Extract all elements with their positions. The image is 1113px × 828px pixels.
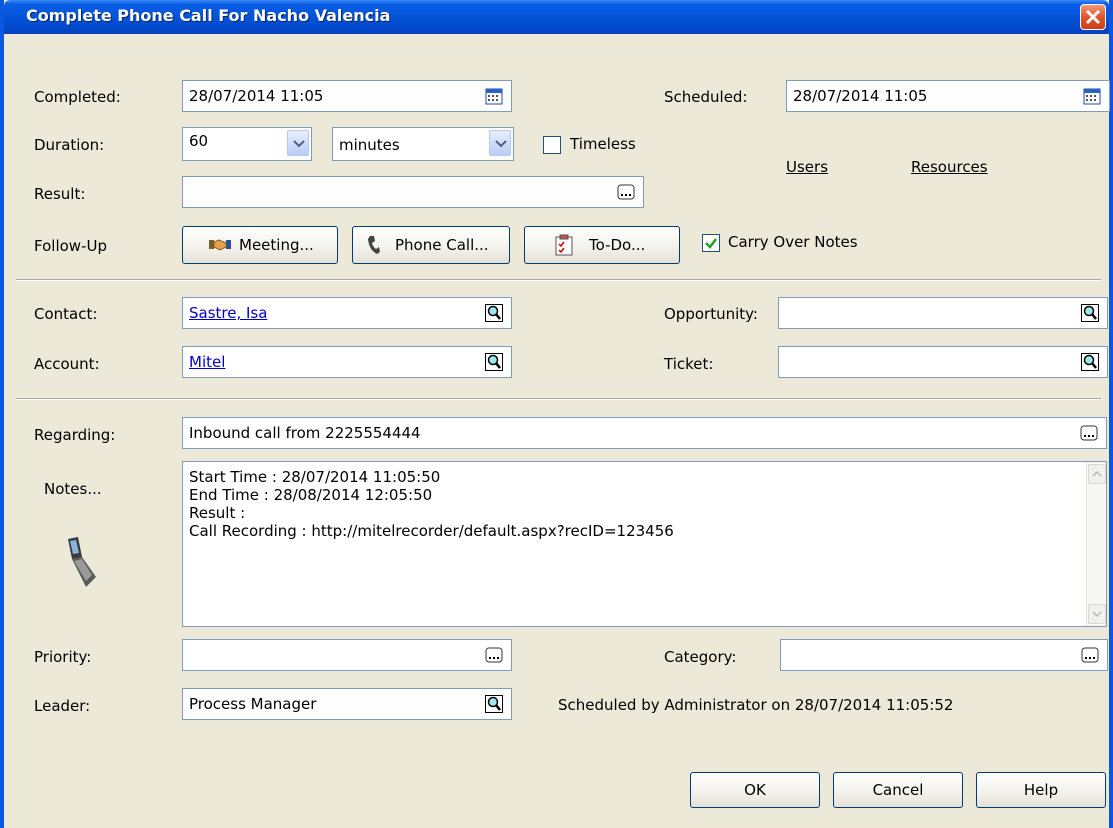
result-field[interactable]: [182, 176, 644, 208]
ellipsis-icon[interactable]: [1081, 646, 1099, 664]
scheduled-value: 28/07/2014 11:05: [793, 87, 928, 105]
todo-label: To-Do...: [589, 236, 646, 254]
chevron-up-icon: [1092, 470, 1102, 477]
carry-over-checkbox[interactable]: [702, 234, 720, 252]
completed-field[interactable]: 28/07/2014 11:05: [182, 80, 512, 112]
notes-textarea[interactable]: Start Time : 28/07/2014 11:05:50 End Tim…: [182, 461, 1107, 627]
lookup-icon[interactable]: [485, 695, 503, 713]
lookup-icon[interactable]: [485, 304, 503, 322]
help-button[interactable]: Help: [976, 772, 1106, 808]
priority-field[interactable]: [182, 639, 512, 671]
timeless-label: Timeless: [570, 135, 636, 153]
duration-value: 60: [189, 132, 209, 150]
leader-value: Process Manager: [189, 695, 317, 713]
contact-value-link[interactable]: Sastre, Isa: [189, 304, 267, 322]
phone-icon: [368, 236, 380, 254]
carry-over-label: Carry Over Notes: [728, 233, 858, 251]
resources-link[interactable]: Resources: [911, 158, 988, 176]
account-label: Account:: [34, 355, 100, 373]
ellipsis-icon[interactable]: [485, 646, 503, 664]
lookup-icon[interactable]: [1081, 353, 1099, 371]
calendar-icon[interactable]: [1083, 87, 1101, 105]
help-label: Help: [1023, 781, 1059, 799]
account-field[interactable]: Mitel: [182, 346, 512, 378]
dialog-window: Complete Phone Call For Nacho Valencia C…: [0, 0, 1113, 828]
users-link[interactable]: Users: [786, 158, 828, 176]
followup-phone-call-button[interactable]: Phone Call...: [352, 226, 510, 264]
opportunity-label: Opportunity:: [664, 305, 758, 323]
ellipsis-icon[interactable]: [617, 183, 635, 201]
duration-unit-value: minutes: [339, 136, 400, 154]
chevron-down-icon: [1092, 611, 1102, 618]
window-title: Complete Phone Call For Nacho Valencia: [26, 6, 391, 25]
contact-field[interactable]: Sastre, Isa: [182, 297, 512, 329]
handshake-icon: [209, 239, 231, 251]
scroll-down-button[interactable]: [1088, 604, 1106, 624]
completed-value: 28/07/2014 11:05: [189, 87, 324, 105]
result-label: Result:: [34, 185, 86, 203]
ok-button[interactable]: OK: [690, 772, 820, 808]
ticket-label: Ticket:: [664, 355, 714, 373]
ok-label: OK: [744, 781, 766, 799]
notes-line: End Time : 28/08/2014 12:05:50: [189, 486, 433, 504]
chevron-down-icon: [293, 140, 305, 148]
regarding-label: Regarding:: [34, 426, 116, 444]
title-bar[interactable]: Complete Phone Call For Nacho Valencia: [4, 0, 1109, 34]
notes-link[interactable]: Notes...: [44, 480, 102, 498]
followup-todo-button[interactable]: To-Do...: [524, 226, 680, 264]
close-icon: [1085, 9, 1101, 25]
ellipsis-icon[interactable]: [1080, 424, 1098, 442]
lookup-icon[interactable]: [485, 353, 503, 371]
separator: [16, 279, 1101, 281]
duration-select[interactable]: 60: [182, 127, 312, 161]
unit-dropdown-button[interactable]: [489, 130, 511, 156]
ticket-field[interactable]: [778, 346, 1108, 378]
leader-field[interactable]: Process Manager: [182, 688, 512, 720]
chevron-down-icon: [495, 140, 507, 148]
cancel-button[interactable]: Cancel: [833, 772, 963, 808]
account-value-link[interactable]: Mitel: [189, 353, 225, 371]
notes-line: Start Time : 28/07/2014 11:05:50: [189, 468, 441, 486]
phone-call-label: Phone Call...: [395, 236, 489, 254]
category-field[interactable]: [780, 639, 1108, 671]
lookup-icon[interactable]: [1081, 304, 1099, 322]
duration-dropdown-button[interactable]: [287, 130, 309, 156]
calendar-icon[interactable]: [485, 87, 503, 105]
notes-line: Call Recording : http://mitelrecorder/de…: [189, 522, 674, 540]
scheduled-field[interactable]: 28/07/2014 11:05: [786, 80, 1110, 112]
regarding-field[interactable]: Inbound call from 2225554444: [182, 417, 1107, 449]
scheduled-label: Scheduled:: [664, 88, 748, 106]
close-button[interactable]: [1080, 4, 1106, 30]
mobile-phone-icon: [68, 537, 96, 587]
priority-label: Priority:: [34, 648, 92, 666]
scroll-up-button[interactable]: [1088, 464, 1106, 484]
notes-line: Result :: [189, 504, 246, 522]
followup-meeting-button[interactable]: Meeting...: [182, 226, 338, 264]
completed-label: Completed:: [34, 88, 121, 106]
scheduled-by-text: Scheduled by Administrator on 28/07/2014…: [558, 696, 954, 714]
clipboard-icon: [555, 234, 573, 256]
separator: [16, 398, 1101, 400]
leader-label: Leader:: [34, 697, 91, 715]
timeless-checkbox[interactable]: [543, 136, 561, 154]
opportunity-field[interactable]: [778, 297, 1108, 329]
meeting-label: Meeting...: [239, 236, 314, 254]
cancel-label: Cancel: [872, 781, 924, 799]
checkmark-icon: [705, 238, 717, 249]
notes-scrollbar[interactable]: [1086, 462, 1106, 626]
followup-label: Follow-Up: [34, 237, 107, 255]
duration-label: Duration:: [34, 136, 105, 154]
contact-label: Contact:: [34, 305, 98, 323]
duration-unit-select[interactable]: minutes: [332, 127, 514, 161]
category-label: Category:: [664, 648, 737, 666]
regarding-value: Inbound call from 2225554444: [189, 424, 421, 442]
